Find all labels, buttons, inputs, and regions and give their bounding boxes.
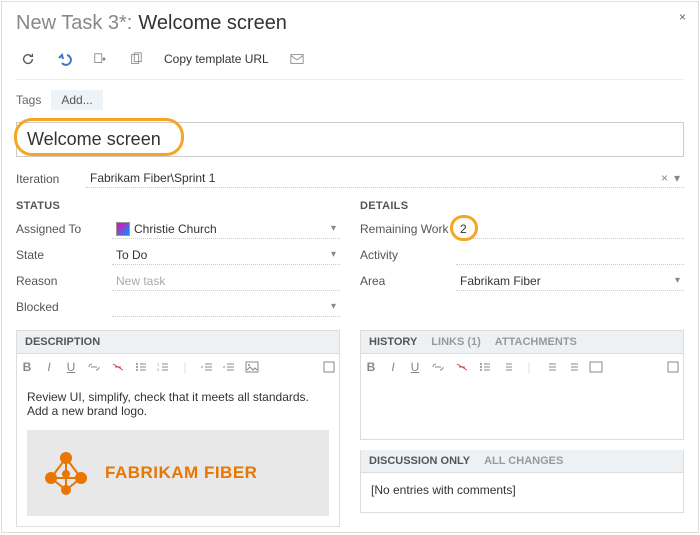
copy-template-url-button[interactable]: Copy template URL <box>164 52 269 66</box>
italic-icon[interactable]: I <box>387 360 399 374</box>
brand-logo-block: FABRIKAM FIBER <box>27 430 329 516</box>
header-prefix: New Task 3*: <box>16 12 132 35</box>
bullet-list-icon[interactable] <box>135 362 147 372</box>
svg-text:2: 2 <box>157 367 160 372</box>
iteration-field[interactable]: Fabrikam Fiber\Sprint 1 × ▾ <box>86 169 684 188</box>
area-value: Fabrikam Fiber <box>460 274 541 288</box>
header-title: Welcome screen <box>138 12 287 35</box>
history-toolbar: B I U | <box>360 354 684 380</box>
history-tabs: HISTORY LINKS (1) ATTACHMENTS <box>360 330 684 354</box>
blocked-field[interactable]: ▾ <box>112 297 340 317</box>
window-header: New Task 3*: Welcome screen <box>16 12 684 35</box>
description-heading: DESCRIPTION <box>16 330 340 354</box>
image-icon[interactable] <box>245 361 259 373</box>
email-icon[interactable] <box>289 51 305 67</box>
undo-icon[interactable] <box>56 51 72 67</box>
iteration-value: Fabrikam Fiber\Sprint 1 <box>90 171 215 185</box>
link-icon[interactable] <box>87 362 101 372</box>
add-tag-button[interactable]: Add... <box>51 90 102 110</box>
underline-icon[interactable]: U <box>409 360 421 374</box>
number-list-icon[interactable] <box>501 362 513 372</box>
chevron-down-icon[interactable]: ▾ <box>331 301 336 312</box>
state-value: To Do <box>116 248 147 262</box>
details-heading: DETAILS <box>360 200 684 212</box>
tab-attachments[interactable]: ATTACHMENTS <box>495 336 577 348</box>
tab-links[interactable]: LINKS (1) <box>431 336 481 348</box>
description-toolbar: B I U 12 | <box>16 354 340 380</box>
outdent-icon[interactable] <box>545 362 557 372</box>
history-editor[interactable] <box>360 380 684 440</box>
tags-row: Tags Add... <box>16 90 684 110</box>
brand-name: FABRIKAM FIBER <box>105 463 257 483</box>
area-label: Area <box>360 274 456 288</box>
activity-label: Activity <box>360 248 456 262</box>
state-label: State <box>16 248 112 262</box>
reason-field[interactable]: New task <box>112 271 340 291</box>
bold-icon[interactable]: B <box>21 360 33 374</box>
remaining-work-label: Remaining Work <box>360 222 456 236</box>
bullet-list-icon[interactable] <box>479 362 491 372</box>
discussion-tabs: DISCUSSION ONLY ALL CHANGES <box>360 450 684 473</box>
iteration-row: Iteration Fabrikam Fiber\Sprint 1 × ▾ <box>16 169 684 188</box>
copy-icon[interactable] <box>128 51 144 67</box>
tab-all-changes[interactable]: ALL CHANGES <box>484 455 563 467</box>
description-editor[interactable]: Review UI, simplify, check that it meets… <box>16 380 340 527</box>
chevron-down-icon[interactable]: ▾ <box>331 249 336 260</box>
image-icon[interactable] <box>589 361 603 373</box>
refresh-icon[interactable] <box>20 51 36 67</box>
outdent-icon[interactable] <box>201 362 213 372</box>
bold-icon[interactable]: B <box>365 360 377 374</box>
status-heading: STATUS <box>16 200 340 212</box>
link-icon[interactable] <box>431 362 445 372</box>
remaining-work-value: 2 <box>460 222 467 236</box>
discussion-empty-text: [No entries with comments] <box>371 483 516 497</box>
main-toolbar: Copy template URL <box>16 45 684 80</box>
tab-history[interactable]: HISTORY <box>369 336 417 348</box>
italic-icon[interactable]: I <box>43 360 55 374</box>
tab-discussion-only[interactable]: DISCUSSION ONLY <box>369 455 470 467</box>
indent-icon[interactable] <box>567 362 579 372</box>
maximize-icon[interactable] <box>323 361 335 373</box>
maximize-icon[interactable] <box>667 361 679 373</box>
remaining-work-field[interactable]: 2 <box>456 219 684 239</box>
state-field[interactable]: To Do ▾ <box>112 245 340 265</box>
description-text: Review UI, simplify, check that it meets… <box>27 390 329 418</box>
chevron-down-icon[interactable]: ▾ <box>674 171 680 185</box>
activity-field[interactable] <box>456 245 684 265</box>
assigned-to-label: Assigned To <box>16 222 112 236</box>
tags-label: Tags <box>16 93 41 107</box>
number-list-icon[interactable]: 12 <box>157 362 169 372</box>
chevron-down-icon[interactable]: ▾ <box>331 223 336 234</box>
area-field[interactable]: Fabrikam Fiber ▾ <box>456 271 684 291</box>
assigned-to-value: Christie Church <box>134 222 217 236</box>
indent-icon[interactable] <box>223 362 235 372</box>
assigned-to-field[interactable]: Christie Church ▾ <box>112 219 340 239</box>
avatar <box>116 222 130 236</box>
underline-icon[interactable]: U <box>65 360 77 374</box>
discussion-body: [No entries with comments] <box>360 473 684 513</box>
reason-label: Reason <box>16 274 112 288</box>
blocked-label: Blocked <box>16 300 112 314</box>
title-input[interactable] <box>16 122 684 157</box>
brand-logo-icon <box>41 448 91 498</box>
unlink-icon[interactable] <box>111 362 125 372</box>
assign-icon[interactable] <box>92 51 108 67</box>
reason-value: New task <box>116 274 165 288</box>
close-icon[interactable]: × <box>679 10 686 24</box>
unlink-icon[interactable] <box>455 362 469 372</box>
chevron-down-icon[interactable]: ▾ <box>675 275 680 286</box>
iteration-label: Iteration <box>16 172 86 186</box>
clear-icon[interactable]: × <box>661 171 668 185</box>
